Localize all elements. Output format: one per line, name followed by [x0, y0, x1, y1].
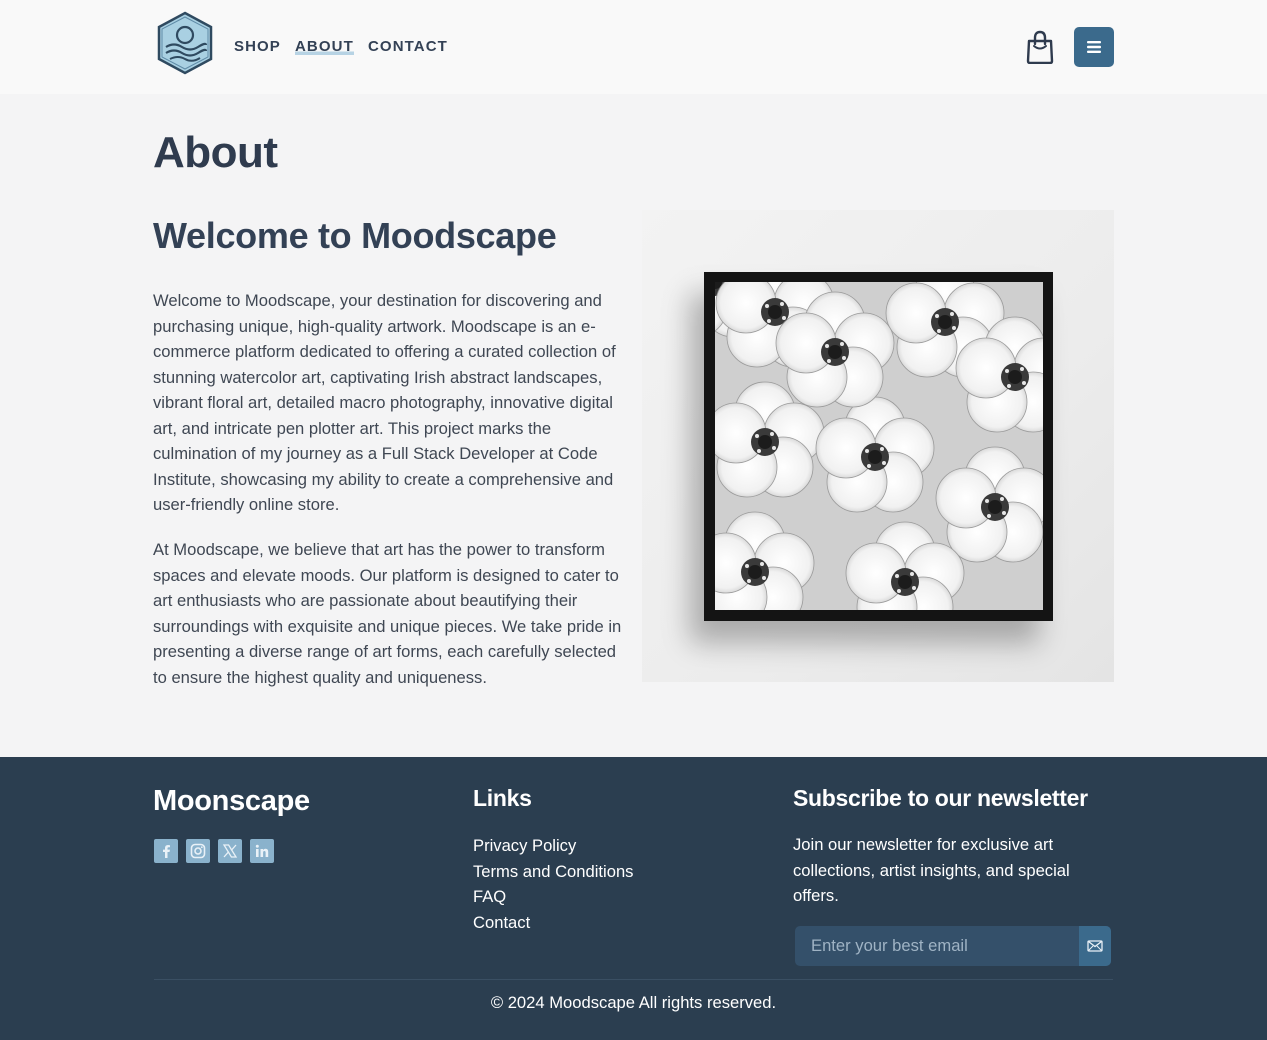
footer-links: Privacy Policy Terms and Conditions FAQ … [473, 833, 633, 935]
welcome-heading: Welcome to Moodscape [153, 215, 557, 256]
nav-contact-link[interactable]: CONTACT [368, 38, 448, 55]
newsletter-form [795, 926, 1111, 966]
social-links [154, 839, 274, 863]
footer-brand: Moonscape [153, 785, 310, 817]
shopping-bag-icon[interactable] [1025, 30, 1055, 65]
privacy-policy-link[interactable]: Privacy Policy [473, 836, 576, 855]
contact-link[interactable]: Contact [473, 913, 530, 932]
framed-artwork-image [642, 210, 1114, 682]
email-input[interactable] [795, 926, 1079, 966]
floral-artwork [715, 282, 1043, 610]
terms-link[interactable]: Terms and Conditions [473, 862, 633, 881]
nav-about-link[interactable]: ABOUT [295, 38, 354, 55]
site-footer: Moonscape Links Privacy Policy Terms and… [0, 757, 1267, 1040]
site-header: SHOP ABOUT CONTACT [0, 0, 1267, 94]
links-heading: Links [473, 785, 532, 811]
about-paragraph-1: Welcome to Moodscape, your destination f… [153, 291, 616, 514]
instagram-icon[interactable] [186, 839, 210, 863]
x-icon[interactable] [218, 839, 242, 863]
footer-divider [154, 979, 1113, 980]
facebook-icon[interactable] [154, 839, 178, 863]
nav-shop-link[interactable]: SHOP [234, 38, 281, 55]
menu-button[interactable] [1074, 27, 1114, 67]
page-title: About [153, 128, 278, 177]
linkedin-icon[interactable] [250, 839, 274, 863]
faq-link[interactable]: FAQ [473, 887, 506, 906]
hamburger-menu-icon [1087, 41, 1101, 53]
envelope-icon [1087, 940, 1103, 952]
artwork-frame [704, 272, 1053, 621]
logo-icon[interactable] [154, 11, 216, 75]
about-paragraph-2: At Moodscape, we believe that art has th… [153, 540, 622, 687]
subscribe-button[interactable] [1079, 926, 1111, 966]
newsletter-heading: Subscribe to our newsletter [793, 785, 1088, 811]
newsletter-text: Join our newsletter for exclusive art co… [793, 835, 1070, 905]
copyright-text: © 2024 Moodscape All rights reserved. [490, 993, 777, 1012]
